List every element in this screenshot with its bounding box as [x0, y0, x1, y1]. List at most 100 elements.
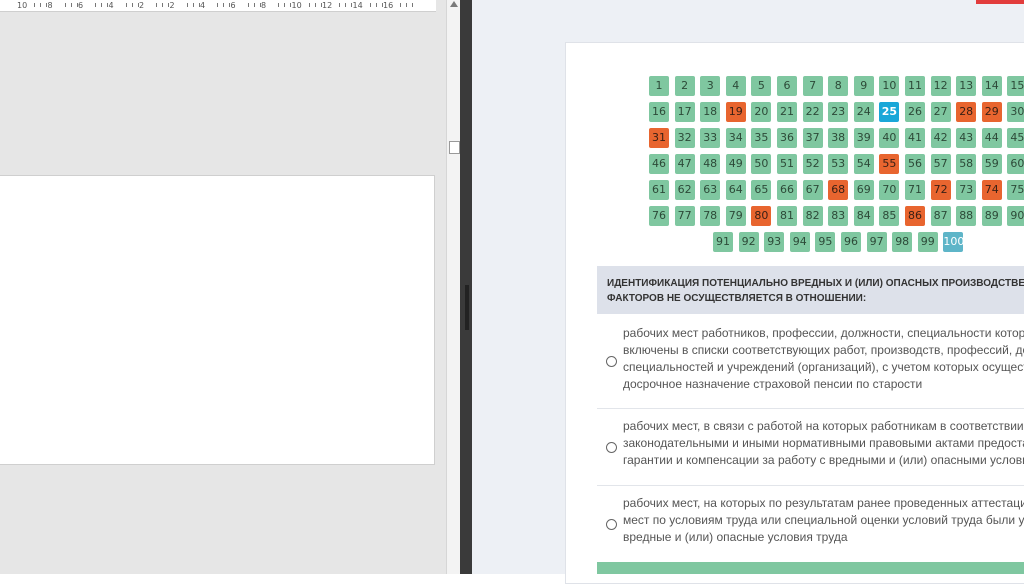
question-number-46[interactable]: 46	[649, 154, 669, 174]
question-number-62[interactable]: 62	[674, 180, 695, 200]
question-number-92[interactable]: 92	[738, 232, 759, 252]
question-number-4[interactable]: 4	[725, 76, 746, 96]
question-number-78[interactable]: 78	[700, 206, 721, 226]
resize-handle[interactable]	[449, 141, 460, 154]
question-number-74[interactable]: 74	[981, 180, 1002, 200]
question-number-40[interactable]: 40	[879, 128, 900, 148]
question-number-97[interactable]: 97	[866, 232, 887, 252]
question-number-27[interactable]: 27	[930, 102, 951, 122]
question-number-28[interactable]: 28	[956, 102, 977, 122]
question-number-66[interactable]: 66	[777, 180, 797, 200]
question-number-85[interactable]: 85	[879, 206, 900, 226]
question-number-5[interactable]: 5	[751, 76, 772, 96]
question-number-23[interactable]: 23	[828, 102, 849, 122]
question-number-12[interactable]: 12	[930, 76, 951, 96]
question-number-8[interactable]: 8	[828, 76, 849, 96]
question-number-16[interactable]: 16	[649, 102, 669, 122]
question-number-31[interactable]: 31	[649, 128, 669, 148]
question-number-22[interactable]: 22	[802, 102, 823, 122]
vertical-scrollbar[interactable]	[446, 0, 461, 574]
question-number-15[interactable]: 15	[1007, 76, 1024, 96]
question-number-84[interactable]: 84	[853, 206, 874, 226]
question-number-34[interactable]: 34	[725, 128, 746, 148]
question-number-87[interactable]: 87	[930, 206, 951, 226]
question-number-2[interactable]: 2	[674, 76, 695, 96]
question-number-77[interactable]: 77	[674, 206, 695, 226]
question-number-1[interactable]: 1	[649, 76, 669, 96]
question-number-75[interactable]: 75	[1007, 180, 1024, 200]
question-number-61[interactable]: 61	[649, 180, 669, 200]
radio-button[interactable]	[606, 356, 617, 367]
question-number-7[interactable]: 7	[802, 76, 823, 96]
question-number-93[interactable]: 93	[764, 232, 785, 252]
question-number-11[interactable]: 11	[905, 76, 925, 96]
question-number-89[interactable]: 89	[981, 206, 1002, 226]
radio-button[interactable]	[606, 442, 617, 453]
question-number-37[interactable]: 37	[802, 128, 823, 148]
question-number-71[interactable]: 71	[905, 180, 925, 200]
question-number-42[interactable]: 42	[930, 128, 951, 148]
submit-bar[interactable]	[597, 562, 1024, 574]
question-number-58[interactable]: 58	[956, 154, 977, 174]
horizontal-ruler[interactable]: 10 8 6 4 2 2 4 6 8 10 12 14 16	[0, 0, 436, 12]
question-number-47[interactable]: 47	[674, 154, 695, 174]
question-number-51[interactable]: 51	[777, 154, 797, 174]
question-number-50[interactable]: 50	[751, 154, 772, 174]
question-number-26[interactable]: 26	[905, 102, 925, 122]
question-number-68[interactable]: 68	[828, 180, 849, 200]
question-number-63[interactable]: 63	[700, 180, 721, 200]
question-number-67[interactable]: 67	[802, 180, 823, 200]
question-number-80[interactable]: 80	[751, 206, 772, 226]
question-number-9[interactable]: 9	[853, 76, 874, 96]
question-number-88[interactable]: 88	[956, 206, 977, 226]
question-number-91[interactable]: 91	[713, 232, 733, 252]
question-number-56[interactable]: 56	[905, 154, 925, 174]
question-number-41[interactable]: 41	[905, 128, 925, 148]
question-number-69[interactable]: 69	[853, 180, 874, 200]
question-number-6[interactable]: 6	[777, 76, 797, 96]
question-number-14[interactable]: 14	[981, 76, 1002, 96]
question-number-99[interactable]: 99	[917, 232, 938, 252]
question-number-30[interactable]: 30	[1007, 102, 1024, 122]
question-number-3[interactable]: 3	[700, 76, 721, 96]
question-number-76[interactable]: 76	[649, 206, 669, 226]
question-number-53[interactable]: 53	[828, 154, 849, 174]
question-number-79[interactable]: 79	[725, 206, 746, 226]
question-number-73[interactable]: 73	[956, 180, 977, 200]
question-number-94[interactable]: 94	[789, 232, 810, 252]
question-number-86[interactable]: 86	[905, 206, 925, 226]
scroll-up-arrow-icon[interactable]	[450, 1, 458, 7]
question-number-70[interactable]: 70	[879, 180, 900, 200]
question-number-29[interactable]: 29	[981, 102, 1002, 122]
document-page[interactable]	[0, 175, 435, 465]
question-number-18[interactable]: 18	[700, 102, 721, 122]
question-number-24[interactable]: 24	[853, 102, 874, 122]
question-number-49[interactable]: 49	[725, 154, 746, 174]
question-number-13[interactable]: 13	[956, 76, 977, 96]
question-number-57[interactable]: 57	[930, 154, 951, 174]
answer-option-3[interactable]: рабочих мест, на которых по результатам …	[597, 485, 1024, 561]
question-number-10[interactable]: 10	[879, 76, 900, 96]
question-number-82[interactable]: 82	[802, 206, 823, 226]
question-number-98[interactable]: 98	[892, 232, 913, 252]
question-number-59[interactable]: 59	[981, 154, 1002, 174]
question-number-35[interactable]: 35	[751, 128, 772, 148]
question-number-64[interactable]: 64	[725, 180, 746, 200]
question-number-83[interactable]: 83	[828, 206, 849, 226]
question-number-96[interactable]: 96	[841, 232, 861, 252]
question-number-21[interactable]: 21	[777, 102, 797, 122]
question-number-25[interactable]: 25	[879, 102, 900, 122]
question-number-54[interactable]: 54	[853, 154, 874, 174]
question-number-48[interactable]: 48	[700, 154, 721, 174]
question-number-20[interactable]: 20	[751, 102, 772, 122]
question-number-36[interactable]: 36	[777, 128, 797, 148]
question-number-90[interactable]: 90	[1007, 206, 1024, 226]
question-number-72[interactable]: 72	[930, 180, 951, 200]
question-number-44[interactable]: 44	[981, 128, 1002, 148]
question-number-17[interactable]: 17	[674, 102, 695, 122]
question-number-19[interactable]: 19	[725, 102, 746, 122]
question-number-32[interactable]: 32	[674, 128, 695, 148]
answer-option-1[interactable]: рабочих мест работников, профессии, долж…	[597, 314, 1024, 409]
question-number-45[interactable]: 45	[1007, 128, 1024, 148]
question-number-38[interactable]: 38	[828, 128, 849, 148]
